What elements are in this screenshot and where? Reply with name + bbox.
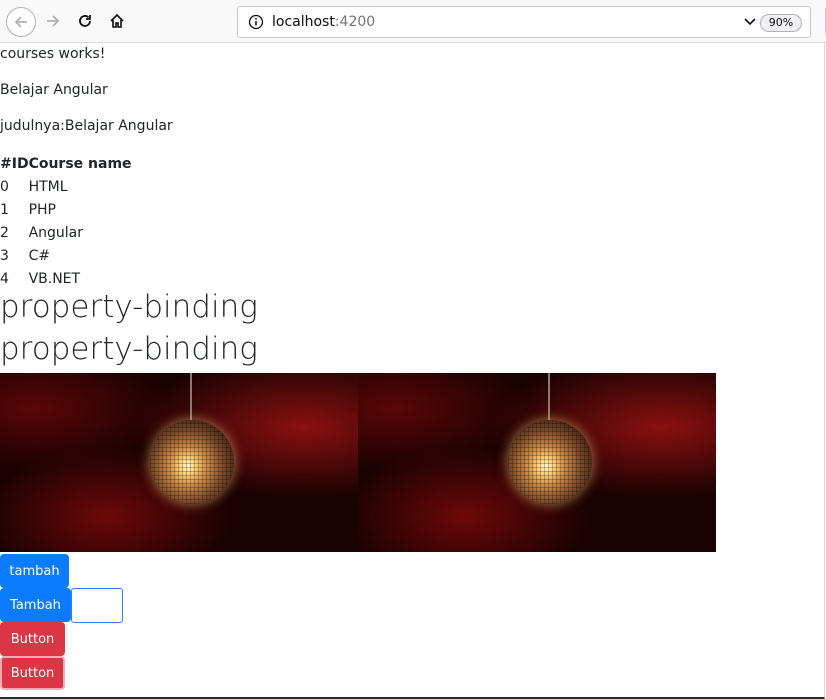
property-binding-heading: property-binding — [0, 289, 258, 325]
browser-toolbar: localhost:4200 90% — [0, 0, 826, 43]
back-button[interactable] — [6, 7, 36, 37]
course-id: 3 — [0, 247, 9, 264]
property-binding-heading-2: property-binding — [0, 331, 258, 367]
url-bar[interactable]: localhost:4200 90% — [237, 6, 811, 38]
forward-button[interactable] — [38, 6, 68, 36]
disco-ball-image — [0, 373, 358, 552]
judul-text: judulnya:Belajar Angular — [0, 118, 173, 134]
column-header-id: #ID — [0, 156, 29, 172]
disco-ball-image-2 — [358, 373, 716, 552]
status-text: courses works! — [0, 46, 106, 62]
disco-ball-string — [190, 373, 192, 421]
column-header-course-name: Course name — [28, 156, 132, 172]
table-row: 2 Angular — [0, 221, 132, 244]
back-arrow-icon — [14, 16, 27, 28]
course-name: PHP — [28, 201, 56, 218]
course-id: 0 — [0, 178, 9, 195]
course-id: 2 — [0, 224, 9, 241]
course-name: HTML — [28, 178, 68, 195]
course-id: 4 — [0, 270, 9, 287]
courses-table: #ID Course name 0 HTML 1 PHP 2 Angular 3… — [0, 153, 132, 290]
forward-arrow-icon — [47, 15, 60, 27]
url-text[interactable]: localhost:4200 — [272, 14, 375, 30]
disco-ball — [508, 420, 592, 504]
info-icon[interactable] — [248, 14, 264, 30]
course-name: C# — [28, 247, 51, 264]
tambah-button-2[interactable]: Tambah — [0, 588, 71, 622]
chevron-down-icon[interactable] — [742, 13, 758, 29]
course-name: Angular — [28, 224, 83, 241]
reload-icon — [79, 15, 91, 27]
danger-button-2[interactable]: Button — [0, 656, 65, 690]
text-input[interactable] — [71, 588, 123, 623]
course-name: VB.NET — [28, 270, 81, 287]
disco-ball — [150, 420, 234, 504]
tambah-button[interactable]: tambah — [0, 554, 69, 588]
url-host: localhost — [272, 14, 335, 30]
url-port: :4200 — [334, 14, 376, 30]
table-header-row: #ID Course name — [0, 153, 132, 175]
table-row: 1 PHP — [0, 198, 132, 221]
table-row: 3 C# — [0, 244, 132, 267]
danger-button[interactable]: Button — [0, 622, 65, 656]
course-id: 1 — [0, 201, 9, 218]
disco-ball-string — [548, 373, 550, 421]
zoom-indicator[interactable]: 90% — [760, 14, 802, 32]
title-text: Belajar Angular — [0, 82, 108, 98]
image-row — [0, 373, 716, 552]
table-row: 0 HTML — [0, 175, 132, 198]
reload-button[interactable] — [70, 6, 100, 36]
page-content: courses works! Belajar Angular judulnya:… — [0, 43, 825, 699]
home-button[interactable] — [102, 6, 132, 36]
table-row: 4 VB.NET — [0, 267, 132, 290]
home-icon — [110, 13, 124, 28]
